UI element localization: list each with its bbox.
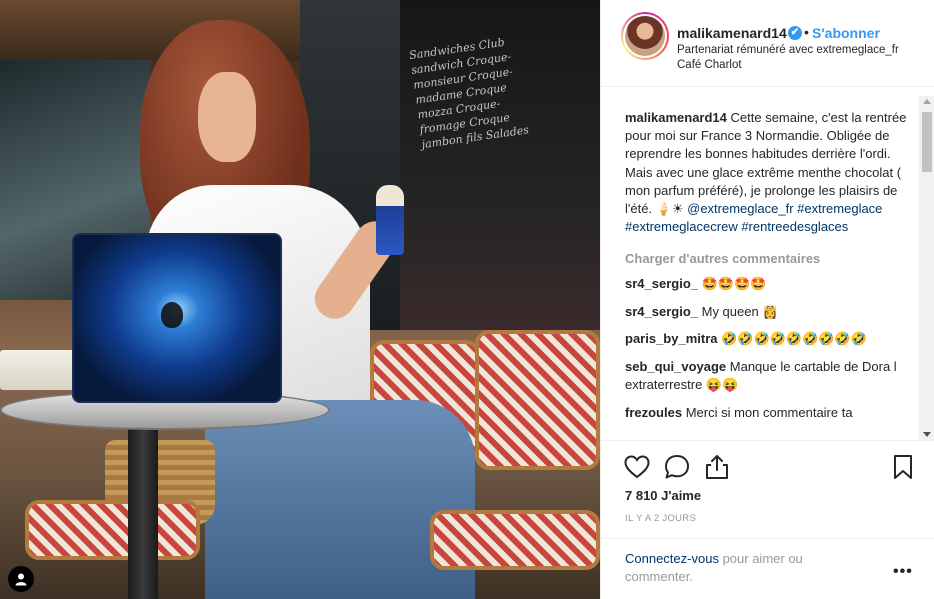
post-actions: 7 810 J'aime IL Y A 2 JOURS xyxy=(601,440,934,538)
post-side-panel: malikamenard14 ✔ • S'abonner Partenariat… xyxy=(600,0,934,599)
comment-username[interactable]: seb_qui_voyage xyxy=(625,359,726,374)
login-link[interactable]: Connectez-vous xyxy=(625,551,719,566)
login-prompt: Connectez-vous pour aimer ou commenter. … xyxy=(601,538,934,599)
verified-badge-icon: ✔ xyxy=(788,26,802,40)
comment-username[interactable]: sr4_sergio_ xyxy=(625,276,698,291)
comment-item: seb_qui_voyage Manque le cartable de Dor… xyxy=(625,358,915,395)
profile-picture xyxy=(625,16,665,56)
tagged-user-icon[interactable] xyxy=(8,566,34,592)
comment-username[interactable]: frezoules xyxy=(625,405,682,420)
partnership-prefix: Partenariat rémunéré avec xyxy=(677,44,817,56)
comment-text: 🤣🤣🤣🤣🤣🤣🤣🤣🤣 xyxy=(717,331,867,347)
table-leg xyxy=(128,425,158,599)
post-header: malikamenard14 ✔ • S'abonner Partenariat… xyxy=(601,0,934,87)
likes-count[interactable]: 7 810 J'aime xyxy=(625,488,701,503)
comment-text: My queen 👸 xyxy=(698,303,779,319)
more-options-icon[interactable]: ••• xyxy=(893,563,913,581)
header-username[interactable]: malikamenard14 xyxy=(677,25,787,41)
login-prompt-text: Connectez-vous pour aimer ou commenter. xyxy=(625,550,855,586)
location-link[interactable]: Café Charlot xyxy=(677,59,742,71)
avatar[interactable] xyxy=(621,12,669,60)
wicker-chair xyxy=(430,510,600,570)
bookmark-icon[interactable] xyxy=(889,453,917,481)
comment-item: paris_by_mitra 🤣🤣🤣🤣🤣🤣🤣🤣🤣 xyxy=(625,330,915,349)
post-photo[interactable]: Sandwiches Club sandwich Croque-monsieur… xyxy=(0,0,600,599)
book xyxy=(0,350,80,390)
scroll-down-arrow-icon[interactable] xyxy=(923,432,931,437)
chalkboard-text: Sandwiches Club sandwich Croque-monsieur… xyxy=(408,35,530,152)
comment-item: sr4_sergio_ My queen 👸 xyxy=(625,303,915,322)
heart-icon[interactable] xyxy=(623,453,651,481)
wicker-chair xyxy=(475,330,600,470)
apple-logo xyxy=(161,302,183,328)
woman-face xyxy=(198,72,256,162)
load-more-comments-button[interactable]: Charger d'autres commentaires xyxy=(625,251,915,266)
ice-cream-cone xyxy=(376,185,404,255)
comments-section[interactable]: malikamenard14 Cette semaine, c'est la r… xyxy=(601,88,934,440)
follow-button[interactable]: S'abonner xyxy=(812,25,880,41)
comments-scrollbar[interactable] xyxy=(919,96,934,440)
comment-username[interactable]: sr4_sergio_ xyxy=(625,304,698,319)
comment-text: Merci si mon commentaire ta xyxy=(682,404,853,420)
header-separator: • xyxy=(804,24,809,40)
post-timestamp[interactable]: IL Y A 2 JOURS xyxy=(625,513,696,524)
comment-item: sr4_sergio_ 🤩🤩🤩🤩 xyxy=(625,275,915,294)
user-icon xyxy=(15,573,27,586)
scroll-up-arrow-icon[interactable] xyxy=(923,99,931,104)
post-caption: malikamenard14 Cette semaine, c'est la r… xyxy=(625,109,915,236)
partner-link[interactable]: extremeglace_fr xyxy=(816,44,898,56)
scrollbar-thumb[interactable] xyxy=(922,112,932,172)
share-icon[interactable] xyxy=(703,453,731,481)
comment-text: 🤩🤩🤩🤩 xyxy=(698,276,767,292)
comment-username[interactable]: paris_by_mitra xyxy=(625,331,718,346)
comment-icon[interactable] xyxy=(663,453,691,481)
wicker-chair xyxy=(25,500,200,560)
comment-item: frezoules Merci si mon commentaire ta xyxy=(625,404,915,423)
caption-username[interactable]: malikamenard14 xyxy=(625,110,727,125)
paid-partnership-label: Partenariat rémunéré avec extremeglace_f… xyxy=(677,44,899,56)
blue-jeans xyxy=(205,400,475,599)
